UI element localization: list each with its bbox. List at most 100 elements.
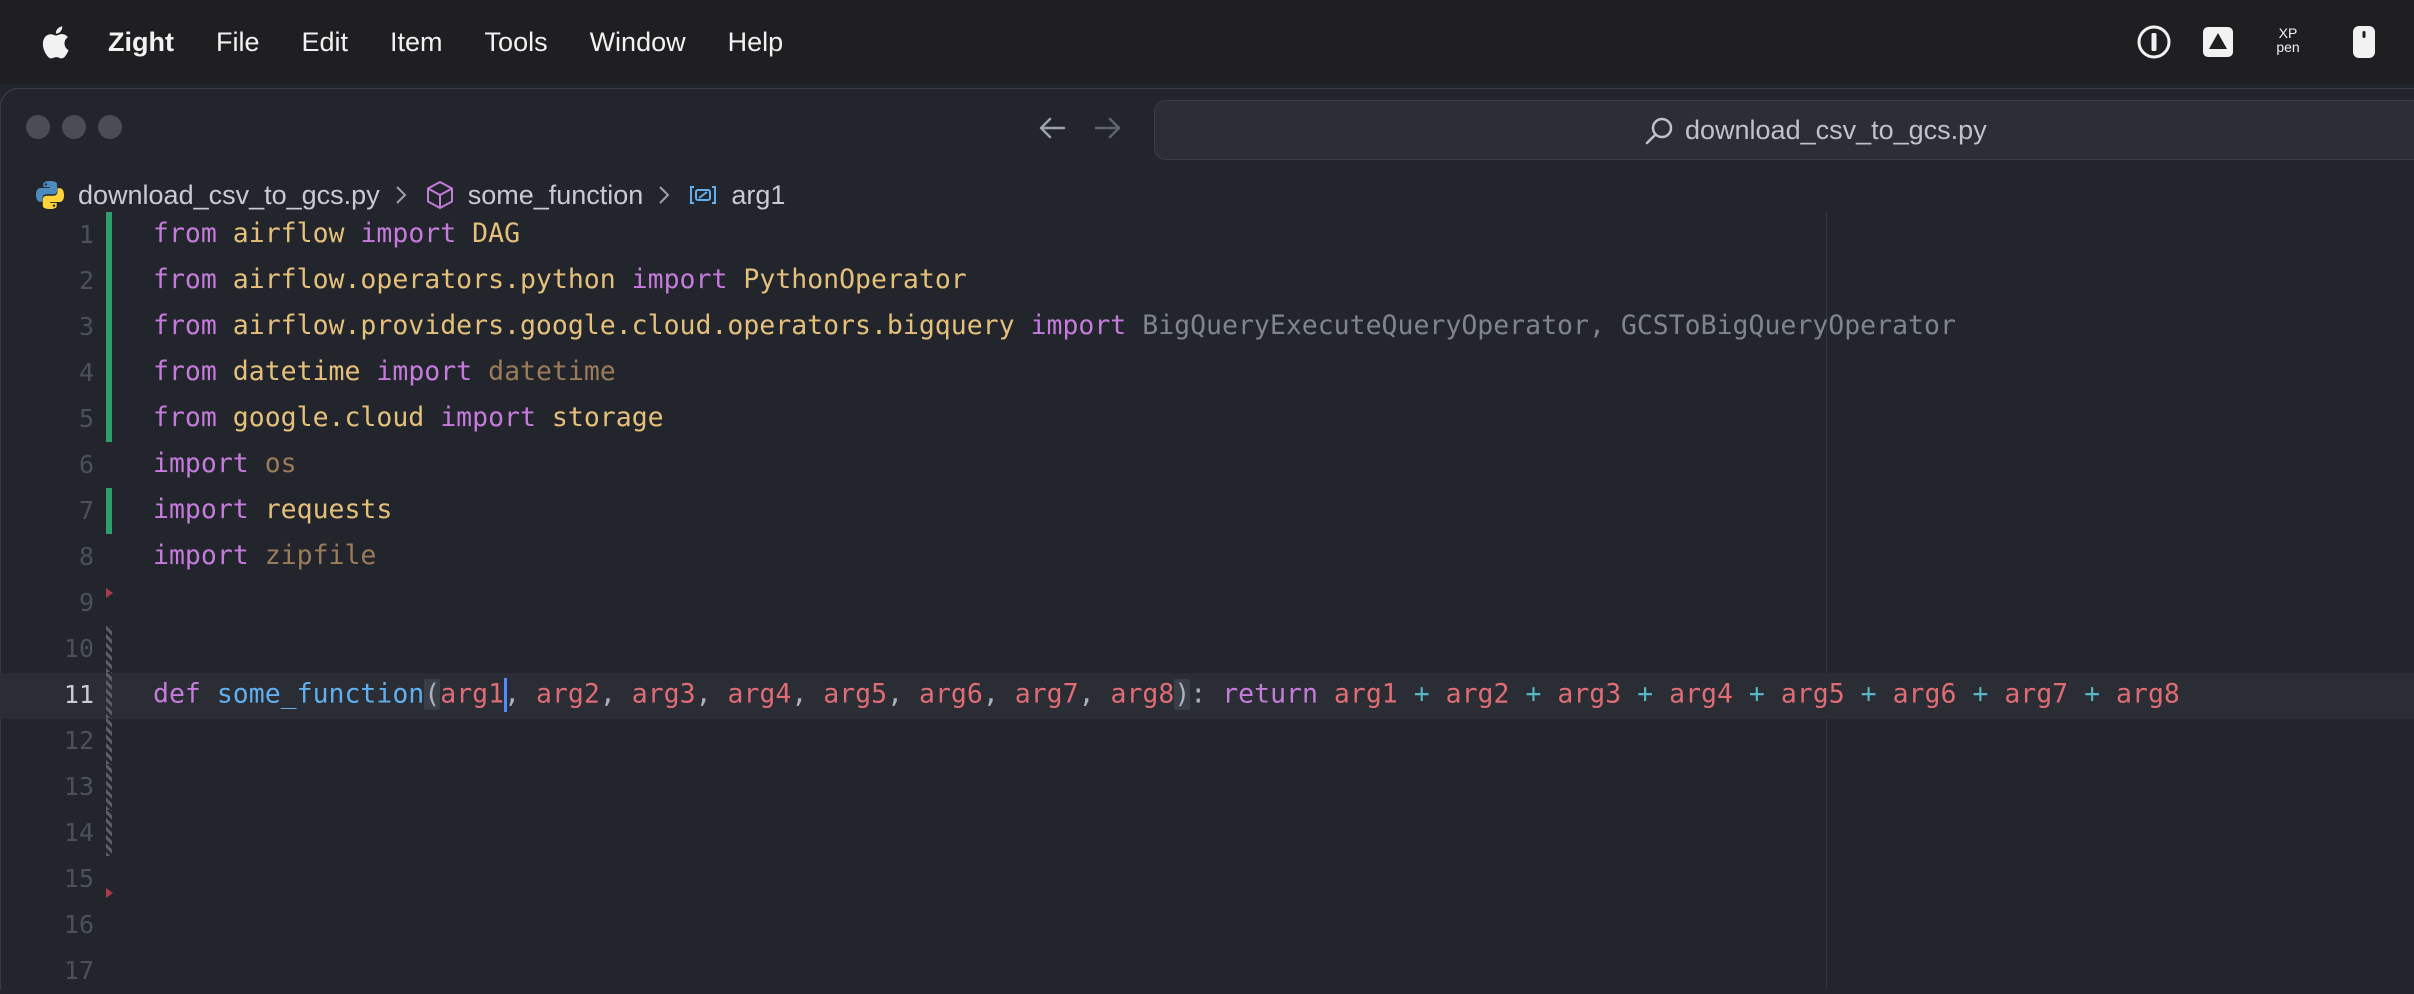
line-number: 11 <box>63 680 94 709</box>
menu-bar: Zight File Edit Item Tools Window Help X… <box>0 0 2414 84</box>
operator: + <box>2084 678 2101 710</box>
command-search-box[interactable]: download_csv_to_gcs.py <box>1154 100 2414 160</box>
menu-window[interactable]: Window <box>590 27 686 58</box>
operator: + <box>1748 678 1765 710</box>
menu-tools[interactable]: Tools <box>485 27 548 58</box>
git-added-marker <box>106 258 112 304</box>
keyword: import <box>631 264 728 295</box>
breadcrumb-file[interactable]: download_csv_to_gcs.py <box>34 179 380 211</box>
mouse-icon[interactable] <box>2346 24 2382 60</box>
parameter: arg8 <box>1110 678 1175 710</box>
keyword: import <box>1030 310 1127 341</box>
module-name: airflow.operators.python <box>232 264 616 295</box>
git-modified-marker <box>106 764 112 810</box>
drive-upload-icon[interactable] <box>2200 24 2236 60</box>
line-number: 2 <box>78 266 94 295</box>
code-line[interactable]: 6 import os <box>0 442 2414 488</box>
line-number: 15 <box>63 864 94 893</box>
code-editor[interactable]: 1 from airflow import DAG 2 from airflow… <box>0 212 2414 986</box>
minimize-window-button[interactable] <box>62 115 86 139</box>
git-modified-marker <box>106 810 112 856</box>
imported-name: DAG <box>472 218 521 249</box>
zoom-window-button[interactable] <box>98 115 122 139</box>
line-number: 14 <box>63 818 94 847</box>
module-name: airflow.providers.google.cloud.operators… <box>232 310 1015 341</box>
close-window-button[interactable] <box>26 115 50 139</box>
module-name: zipfile <box>264 540 377 571</box>
code-line[interactable]: 8 import zipfile <box>0 534 2414 580</box>
function-name: some_function <box>216 678 425 710</box>
code-line[interactable]: 17 <box>0 948 2414 994</box>
breadcrumb-variable-label: arg1 <box>731 179 786 210</box>
code-line[interactable]: 7 import requests <box>0 488 2414 534</box>
module-name: google.cloud <box>232 402 425 433</box>
git-modified-marker <box>106 626 112 672</box>
search-icon <box>1645 117 1673 145</box>
parameter: arg7 <box>1014 678 1079 710</box>
chevron-right-icon <box>659 186 670 204</box>
code-line[interactable]: 15 <box>0 856 2414 902</box>
keyword: from <box>153 218 217 249</box>
code-line[interactable]: 5 from google.cloud import storage <box>0 396 2414 442</box>
1password-icon[interactable] <box>2136 24 2172 60</box>
code-line[interactable]: 2 from airflow.operators.python import P… <box>0 258 2414 304</box>
code-line[interactable]: 9 <box>0 580 2414 626</box>
line-number: 1 <box>78 220 94 249</box>
keyword: from <box>153 356 217 387</box>
menu-help[interactable]: Help <box>728 27 784 58</box>
git-added-marker <box>106 350 112 396</box>
code-line[interactable]: 14 <box>0 810 2414 856</box>
search-text: download_csv_to_gcs.py <box>1685 115 1987 145</box>
breadcrumb-variable[interactable]: arg1 <box>687 179 785 211</box>
parameter: arg5 <box>1780 678 1845 710</box>
apple-icon[interactable] <box>38 24 70 60</box>
keyword: from <box>153 264 217 295</box>
line-number: 8 <box>78 542 94 571</box>
menu-edit[interactable]: Edit <box>302 27 349 58</box>
parameter: arg4 <box>727 678 792 710</box>
keyword: import <box>440 402 536 433</box>
code-line[interactable]: 4 from datetime import datetime <box>0 350 2414 396</box>
line-number: 3 <box>78 312 94 341</box>
code-line[interactable]: 16 <box>0 902 2414 948</box>
code-line[interactable]: 1 from airflow import DAG <box>0 212 2414 258</box>
operator: + <box>1413 678 1430 710</box>
keyword: import <box>360 218 457 249</box>
parameter: arg3 <box>631 678 696 710</box>
parameter: arg7 <box>2004 678 2069 710</box>
forward-arrow-icon[interactable] <box>1088 108 1128 148</box>
git-added-marker <box>106 396 112 442</box>
code-line[interactable]: 13 <box>0 764 2414 810</box>
line-number: 17 <box>63 956 94 985</box>
keyword: import <box>153 494 249 525</box>
keyword: import <box>153 448 249 479</box>
menu-app-name[interactable]: Zight <box>108 27 174 58</box>
line-number: 10 <box>63 634 94 663</box>
menu-file[interactable]: File <box>216 27 260 58</box>
line-number: 16 <box>63 910 94 939</box>
deletion-marker-icon <box>106 588 113 598</box>
git-added-marker <box>106 304 112 350</box>
line-number: 4 <box>78 358 94 387</box>
code-line-active[interactable]: 11 def some_function(arg1, arg2, arg3, a… <box>0 672 2414 718</box>
operator: + <box>1525 678 1542 710</box>
git-added-marker <box>106 488 112 534</box>
xp-pen-icon[interactable]: XP pen <box>2268 26 2308 62</box>
git-modified-marker <box>106 718 112 764</box>
parameter: arg6 <box>918 678 983 710</box>
git-modified-marker <box>106 672 112 718</box>
menu-item[interactable]: Item <box>390 27 443 58</box>
module-name: datetime <box>232 356 361 387</box>
back-arrow-icon[interactable] <box>1032 108 1072 148</box>
parameter: arg3 <box>1557 678 1622 710</box>
parameter: arg8 <box>2116 678 2180 710</box>
code-line[interactable]: 12 <box>0 718 2414 764</box>
breadcrumb-function[interactable]: some_function <box>424 179 643 211</box>
imported-name: datetime <box>488 356 616 387</box>
parameter: arg1 <box>1333 678 1398 710</box>
parameter: arg2 <box>535 678 600 710</box>
imported-name: PythonOperator <box>743 264 967 295</box>
code-line[interactable]: 10 <box>0 626 2414 672</box>
code-line[interactable]: 3 from airflow.providers.google.cloud.op… <box>0 304 2414 350</box>
keyword: import <box>153 540 249 571</box>
